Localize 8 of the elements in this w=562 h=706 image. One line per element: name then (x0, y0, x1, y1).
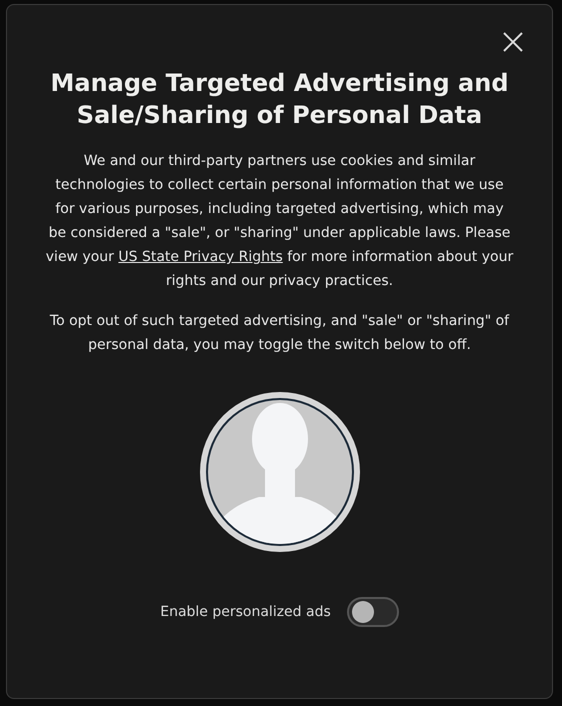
avatar-icon (198, 391, 360, 553)
toggle-label: Enable personalized ads (160, 604, 331, 620)
dialog-title: Manage Targeted Advertising and Sale/Sharing of Personal Data (49, 68, 510, 131)
instruction-text: To opt out of such targeted advertising, and "sale" or "sharing" of personal data, you may toggle the switch below to off. (48, 312, 510, 355)
intro-paragraph: We and our third-party partners use cookies and similar technologies to collect certain personal information that we use for various purposes, including targeted advertising, which may be considered a "sale", or "sharing" under applicable laws. Please view your US State Privacy Rights for more information about your rights and our privacy practices. (44, 152, 514, 291)
privacy-rights-link[interactable]: US State Privacy Rights (118, 249, 283, 265)
personalized-ads-switch[interactable] (346, 597, 399, 627)
close-icon (502, 31, 524, 53)
